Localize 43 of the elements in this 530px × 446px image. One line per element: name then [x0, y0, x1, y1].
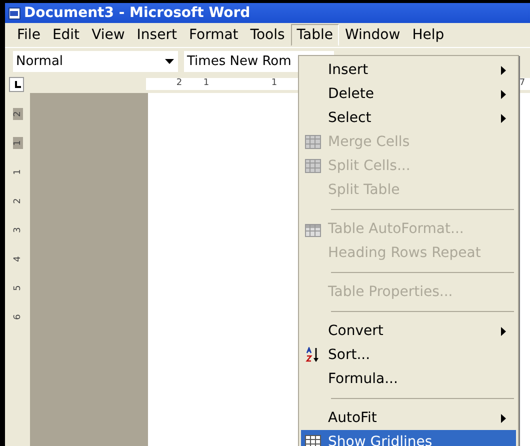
ruler-number: 1 [12, 168, 22, 177]
menu-item[interactable]: Format [182, 24, 244, 46]
ruler-number: 4 [12, 255, 22, 264]
window-title: Document3 - Microsoft Word [24, 5, 250, 21]
ruler-number: 7 [519, 78, 526, 88]
submenu-arrow-icon [501, 414, 506, 422]
menu-item[interactable]: Show Gridlines [301, 430, 516, 446]
menu-item[interactable]: Table [290, 24, 339, 46]
ruler-number: 5 [12, 284, 22, 293]
ruler-number: 1 [12, 137, 22, 149]
menu-item[interactable]: Insert [130, 24, 183, 46]
menu-item[interactable]: Delete [301, 82, 516, 106]
table-cells-icon [305, 159, 321, 173]
sort-icon [305, 347, 321, 363]
caret-icon [165, 59, 174, 64]
menu-item[interactable]: File [11, 24, 46, 46]
grid-icon [305, 435, 321, 446]
table-cells-icon [305, 135, 321, 149]
ruler-number: 2 [176, 78, 182, 88]
menu-item[interactable]: Formula... [301, 367, 516, 391]
submenu-arrow-icon [501, 114, 506, 122]
menu-item[interactable]: Sort... [301, 343, 516, 367]
menu-item[interactable]: View [86, 24, 131, 46]
menu-item[interactable]: Edit [46, 24, 86, 46]
submenu-arrow-icon [501, 326, 506, 336]
menu-item[interactable]: Convert [301, 319, 516, 343]
submenu-arrow-icon [501, 90, 506, 98]
style-dropdown[interactable]: Normal [13, 51, 178, 72]
table-icon [305, 222, 321, 236]
ruler-number: 3 [12, 226, 22, 235]
submenu-arrow-icon [501, 66, 506, 74]
ruler-number: 1 [203, 78, 210, 88]
menu-item[interactable]: AutoFit [301, 406, 516, 430]
menu-item[interactable]: Tools [244, 24, 291, 46]
tab-stop-icon[interactable] [9, 76, 24, 92]
menu-item[interactable]: Window [339, 24, 406, 46]
ruler-number: 1 [271, 78, 278, 88]
menu-item[interactable]: Select [301, 106, 516, 130]
menu-item[interactable]: Help [406, 24, 450, 46]
ruler-number: 2 [12, 108, 22, 120]
ruler-number: 2 [12, 197, 22, 206]
document-icon [8, 6, 21, 20]
ruler-number: 6 [12, 313, 22, 322]
